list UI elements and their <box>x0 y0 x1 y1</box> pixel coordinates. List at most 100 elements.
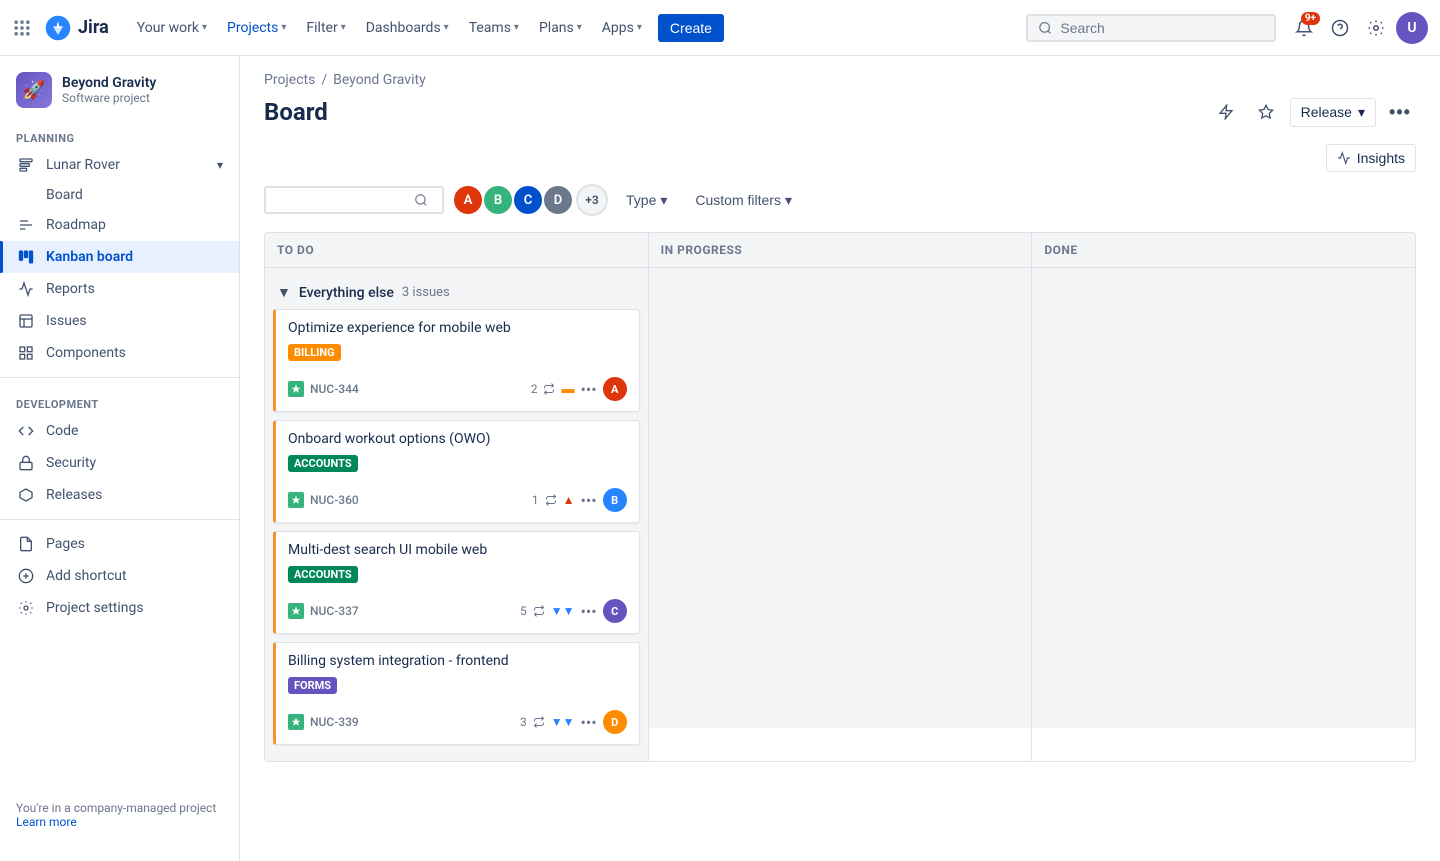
notification-badge: 9+ <box>1301 12 1320 25</box>
breadcrumb-project-name[interactable]: Beyond Gravity <box>333 72 426 88</box>
sidebar-item-kanban[interactable]: Kanban board <box>0 241 239 273</box>
components-label: Components <box>46 345 223 361</box>
group-header: ▼ Everything else 3 issues <box>273 276 640 309</box>
board-search[interactable] <box>264 186 444 214</box>
lunar-rover-chevron: ▾ <box>217 158 223 172</box>
card-title-1: Optimize experience for mobile web <box>288 320 627 336</box>
breadcrumb: Projects / Beyond Gravity <box>264 72 1416 88</box>
jira-logo[interactable]: Jira <box>44 14 109 42</box>
sidebar-item-code[interactable]: Code <box>0 415 239 447</box>
sidebar-item-lunar-rover[interactable]: Lunar Rover ▾ <box>0 149 239 181</box>
column-done: DONE <box>1032 233 1415 761</box>
more-icon-2[interactable]: ••• <box>580 491 596 510</box>
issue-type-icon-4 <box>288 714 304 730</box>
sidebar-item-releases[interactable]: Releases <box>0 479 239 511</box>
nav-your-work[interactable]: Your work ▾ <box>129 14 215 42</box>
nav-dashboards[interactable]: Dashboards ▾ <box>358 14 457 42</box>
card-nuc-344[interactable]: Optimize experience for mobile web BILLI… <box>273 309 640 412</box>
group-label: Everything else <box>299 285 394 301</box>
sidebar-project-header[interactable]: 🚀 Beyond Gravity Software project <box>0 56 239 120</box>
nav-plans[interactable]: Plans ▾ <box>531 14 590 42</box>
card-footer-3: NUC-337 5 ▼▼ ••• C <box>288 599 627 623</box>
issue-type-icon-3 <box>288 603 304 619</box>
create-button[interactable]: Create <box>658 14 724 42</box>
star-button[interactable] <box>1250 96 1282 128</box>
type-filter-button[interactable]: Type ▾ <box>616 187 677 214</box>
learn-more-link[interactable]: Learn more <box>16 815 77 829</box>
more-options-button[interactable]: ••• <box>1384 96 1416 128</box>
code-label: Code <box>46 423 223 439</box>
code-icon <box>16 421 36 441</box>
story-points-icon-3 <box>533 605 545 617</box>
planning-section-label: PLANNING <box>0 120 239 149</box>
pages-label: Pages <box>46 536 223 552</box>
sidebar-item-reports[interactable]: Reports <box>0 273 239 305</box>
type-chevron-icon: ▾ <box>660 192 667 209</box>
project-name: Beyond Gravity <box>62 75 223 91</box>
board-columns: TO DO ▼ Everything else 3 issues Optimiz… <box>264 232 1416 762</box>
more-icon-3[interactable]: ••• <box>580 602 596 621</box>
custom-filters-button[interactable]: Custom filters ▾ <box>685 187 802 214</box>
card-nuc-337[interactable]: Multi-dest search UI mobile web ACCOUNTS… <box>273 531 640 634</box>
settings-button[interactable] <box>1360 12 1392 44</box>
sidebar-item-components[interactable]: Components <box>0 337 239 369</box>
project-type: Software project <box>62 91 223 105</box>
avatar-filter-1[interactable]: A <box>452 184 484 216</box>
card-avatar-4: D <box>603 710 627 734</box>
app-layout: 🚀 Beyond Gravity Software project PLANNI… <box>0 56 1440 861</box>
your-work-chevron: ▾ <box>202 22 207 33</box>
development-section-label: DEVELOPMENT <box>0 386 239 415</box>
sidebar-divider-1 <box>0 377 239 378</box>
help-button[interactable] <box>1324 12 1356 44</box>
release-button[interactable]: Release ▾ <box>1290 98 1376 127</box>
custom-filters-chevron-icon: ▾ <box>785 192 792 209</box>
breadcrumb-projects[interactable]: Projects <box>264 72 315 88</box>
project-settings-icon <box>16 598 36 618</box>
search-bar[interactable] <box>1026 14 1276 42</box>
avatar-filter-4[interactable]: D <box>542 184 574 216</box>
group-collapse-icon[interactable]: ▼ <box>277 284 291 301</box>
avatar-filter-2[interactable]: B <box>482 184 514 216</box>
issue-key-4: NUC-339 <box>310 715 359 729</box>
more-icon-1[interactable]: ••• <box>580 380 596 399</box>
project-icon: 🚀 <box>16 72 52 108</box>
apps-grid[interactable] <box>12 18 32 38</box>
nav-filter[interactable]: Filter ▾ <box>298 14 353 42</box>
project-settings-label: Project settings <box>46 600 223 616</box>
lightning-button[interactable] <box>1210 96 1242 128</box>
board-search-input[interactable] <box>274 192 414 208</box>
sidebar-item-issues[interactable]: Issues <box>0 305 239 337</box>
nav-projects[interactable]: Projects ▾ <box>219 14 294 42</box>
sidebar: 🚀 Beyond Gravity Software project PLANNI… <box>0 56 240 861</box>
user-avatar[interactable]: U <box>1396 12 1428 44</box>
nav-apps[interactable]: Apps ▾ <box>594 14 650 42</box>
priority-icon-1: ▬ <box>561 381 574 397</box>
sidebar-item-roadmap[interactable]: Roadmap <box>0 209 239 241</box>
story-points-icon-4 <box>533 716 545 728</box>
main-content: Projects / Beyond Gravity Board Release … <box>240 56 1440 861</box>
insights-button[interactable]: Insights <box>1326 144 1416 172</box>
card-title-3: Multi-dest search UI mobile web <box>288 542 627 558</box>
card-tag-3: ACCOUNTS <box>288 566 358 583</box>
column-todo-body: ▼ Everything else 3 issues Optimize expe… <box>265 268 648 761</box>
card-nuc-360[interactable]: Onboard workout options (OWO) ACCOUNTS N… <box>273 420 640 523</box>
avatar-filter-3[interactable]: C <box>512 184 544 216</box>
column-todo: TO DO ▼ Everything else 3 issues Optimiz… <box>265 233 649 761</box>
jira-logo-text: Jira <box>78 17 109 38</box>
roadmap-icon <box>16 155 36 175</box>
search-input[interactable] <box>1060 20 1264 36</box>
card-tag-4: FORMS <box>288 677 337 694</box>
more-icon-4[interactable]: ••• <box>580 713 596 732</box>
notifications-button[interactable]: 9+ <box>1288 12 1320 44</box>
card-nuc-339[interactable]: Billing system integration - frontend FO… <box>273 642 640 745</box>
card-footer-4: NUC-339 3 ▼▼ ••• D <box>288 710 627 734</box>
sidebar-item-security[interactable]: Security <box>0 447 239 479</box>
sidebar-item-board-sub[interactable]: Board <box>0 181 239 209</box>
sidebar-item-project-settings[interactable]: Project settings <box>0 592 239 624</box>
column-todo-header: TO DO <box>265 233 648 268</box>
sidebar-item-pages[interactable]: Pages <box>0 528 239 560</box>
sidebar-item-add-shortcut[interactable]: Add shortcut <box>0 560 239 592</box>
projects-chevron: ▾ <box>281 22 286 33</box>
nav-teams[interactable]: Teams ▾ <box>461 14 527 42</box>
avatar-more-filter[interactable]: +3 <box>576 184 608 216</box>
